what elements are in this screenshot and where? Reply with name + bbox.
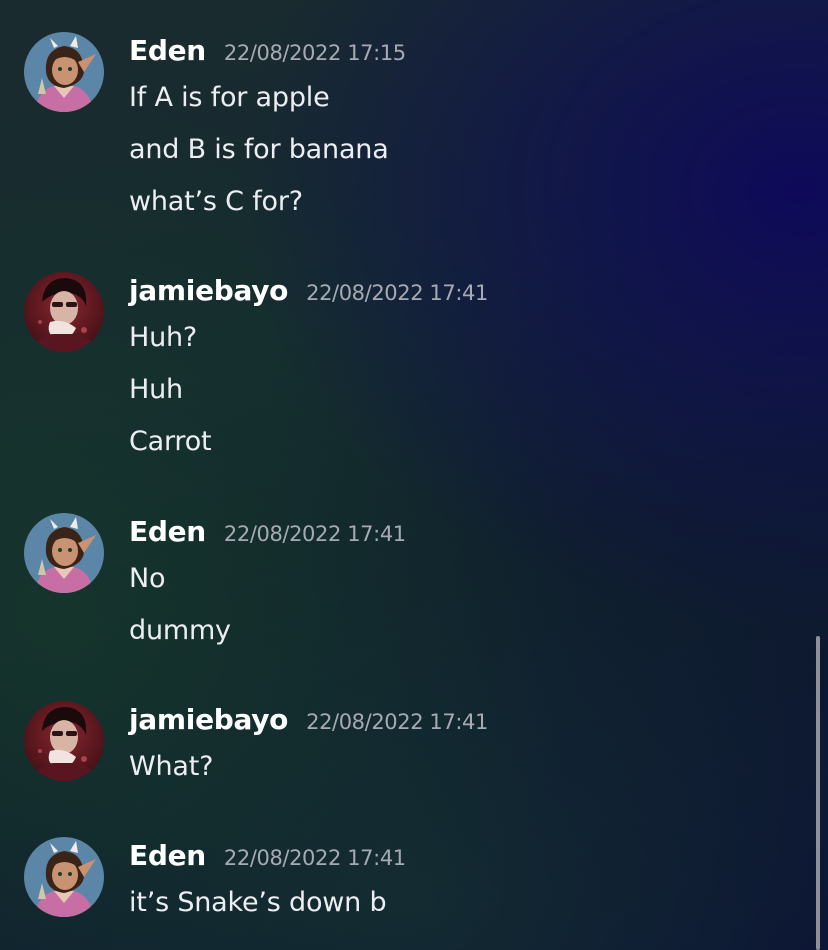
message-text: What? (129, 751, 214, 782)
message-text: what’s C for? (129, 186, 303, 217)
message-header: Eden 22/08/2022 17:15 (129, 34, 406, 67)
message-header: jamiebayo 22/08/2022 17:41 (129, 274, 488, 307)
message-text: dummy (129, 615, 231, 646)
message-header: Eden 22/08/2022 17:41 (129, 515, 406, 548)
scrollbar[interactable] (816, 636, 820, 950)
timestamp: 22/08/2022 17:41 (306, 281, 488, 305)
message-text: Carrot (129, 426, 212, 457)
message-header: Eden 22/08/2022 17:41 (129, 839, 406, 872)
eden-avatar[interactable] (24, 837, 104, 917)
eden-avatar-image (24, 513, 104, 593)
jamiebayo-avatar[interactable] (24, 272, 104, 352)
message-text: Huh (129, 374, 183, 405)
message-text: No (129, 563, 166, 594)
jamiebayo-avatar[interactable] (24, 701, 104, 781)
username[interactable]: jamiebayo (129, 703, 288, 736)
eden-avatar[interactable] (24, 32, 104, 112)
timestamp: 22/08/2022 17:41 (223, 846, 406, 870)
message-text: Huh? (129, 322, 198, 353)
eden-avatar-image (24, 32, 104, 112)
eden-avatar[interactable] (24, 513, 104, 593)
eden-avatar-image (24, 837, 104, 917)
timestamp: 22/08/2022 17:41 (306, 710, 488, 734)
message-text: If A is for apple (129, 82, 330, 113)
username[interactable]: Eden (129, 839, 206, 872)
username[interactable]: Eden (129, 34, 206, 67)
message-text: it’s Snake’s down b (129, 887, 387, 918)
timestamp: 22/08/2022 17:41 (223, 522, 406, 546)
message-text: and B is for banana (129, 134, 389, 165)
message-header: jamiebayo 22/08/2022 17:41 (129, 703, 488, 736)
jamiebayo-avatar-image (24, 272, 104, 352)
username[interactable]: Eden (129, 515, 206, 548)
chat-message-list[interactable]: Eden 22/08/2022 17:15 If A is for apple … (0, 0, 810, 950)
username[interactable]: jamiebayo (129, 274, 288, 307)
jamiebayo-avatar-image (24, 701, 104, 781)
timestamp: 22/08/2022 17:15 (223, 41, 406, 65)
